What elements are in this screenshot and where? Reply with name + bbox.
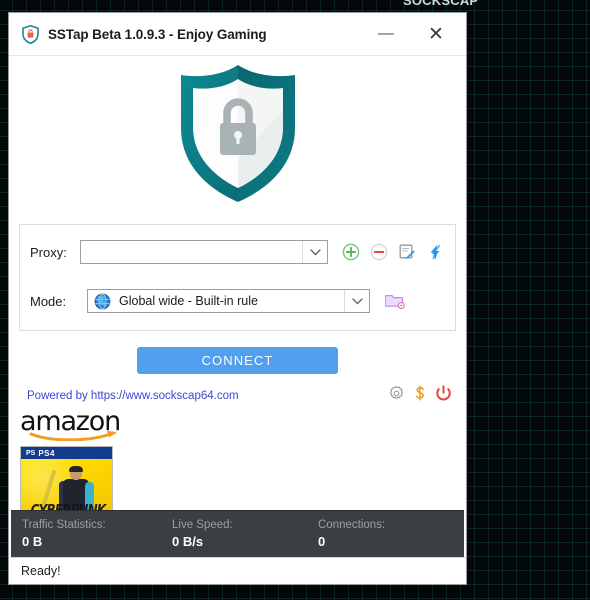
title-bar: SSTap Beta 1.0.9.3 - Enjoy Gaming — ✕ — [9, 13, 466, 56]
minimize-button[interactable]: — — [364, 13, 408, 55]
plus-circle-icon[interactable] — [341, 242, 361, 262]
ad-product-thumbnail[interactable]: PS PS4 CYBERPUNK — [20, 446, 113, 510]
status-text: Ready! — [21, 564, 61, 578]
status-bar: Ready! — [9, 557, 466, 584]
chevron-down-icon[interactable] — [344, 290, 369, 312]
mode-row: Mode: Global wide - Built-in rule — [30, 288, 445, 314]
mode-action-buttons — [377, 291, 405, 311]
background-clipped-text: SOCKSCAP — [403, 0, 479, 8]
folder-settings-icon[interactable] — [385, 291, 405, 311]
globe-icon — [94, 293, 111, 310]
lightning-bolt-icon[interactable] — [425, 242, 445, 262]
window-title: SSTap Beta 1.0.9.3 - Enjoy Gaming — [48, 26, 267, 42]
sstap-application-window: SSTap Beta 1.0.9.3 - Enjoy Gaming — ✕ Pr… — [8, 12, 467, 585]
live-speed-value: 0 B/s — [172, 534, 204, 549]
logo-area — [9, 56, 466, 216]
mode-selected-value: Global wide - Built-in rule — [119, 294, 258, 308]
mode-select[interactable]: Global wide - Built-in rule — [87, 289, 370, 313]
ps4-label: PS4 — [38, 448, 55, 458]
advertisement-area[interactable]: amazon PS PS4 CYBERPUNK — [9, 408, 466, 510]
amazon-logo[interactable]: amazon — [20, 408, 130, 441]
close-icon: ✕ — [428, 23, 444, 45]
chevron-down-icon[interactable] — [302, 241, 327, 263]
proxy-row: Proxy: — [30, 239, 445, 265]
proxy-label: Proxy: — [30, 244, 67, 260]
settings-gear-icon[interactable] — [388, 385, 405, 407]
ps4-platform-bar: PS PS4 — [21, 447, 112, 459]
cyberpunk-title-text: CYBERPUNK — [30, 501, 107, 510]
playstation-logo: PS — [26, 449, 36, 457]
connect-area: CONNECT — [9, 347, 466, 374]
minus-circle-icon[interactable] — [369, 242, 389, 262]
amazon-swoosh-icon — [29, 430, 117, 441]
shield-lock-logo — [171, 62, 305, 210]
edit-note-icon[interactable] — [397, 242, 417, 262]
statistics-bar: Traffic Statistics: 0 B Live Speed: 0 B/… — [11, 510, 464, 557]
proxy-action-buttons — [333, 242, 445, 262]
minimize-icon: — — [378, 25, 394, 42]
connections-block: Connections: 0 — [318, 519, 428, 549]
powered-by-row: Powered by https://www.sockscap64.com — [9, 385, 466, 407]
powered-by-link[interactable]: Powered by https://www.sockscap64.com — [27, 390, 239, 402]
connections-label: Connections: — [318, 519, 386, 531]
cyberpunk-cover-art: CYBERPUNK — [21, 459, 112, 510]
mode-label: Mode: — [30, 293, 67, 309]
donate-dollar-icon[interactable] — [412, 385, 428, 407]
connections-value: 0 — [318, 534, 326, 549]
traffic-statistics-value: 0 B — [22, 534, 43, 549]
live-speed-block: Live Speed: 0 B/s — [172, 519, 318, 549]
settings-group-box: Proxy: Mode: Global wide - Built-in rule — [19, 224, 456, 331]
close-button[interactable]: ✕ — [414, 13, 458, 55]
power-off-icon[interactable] — [435, 385, 452, 407]
traffic-statistics-block: Traffic Statistics: 0 B — [22, 519, 172, 549]
proxy-select[interactable] — [79, 240, 328, 264]
traffic-statistics-label: Traffic Statistics: — [22, 519, 106, 531]
live-speed-label: Live Speed: — [172, 519, 233, 531]
shield-lock-icon — [22, 24, 39, 44]
quick-action-icons — [388, 385, 452, 407]
connect-button[interactable]: CONNECT — [137, 347, 338, 374]
